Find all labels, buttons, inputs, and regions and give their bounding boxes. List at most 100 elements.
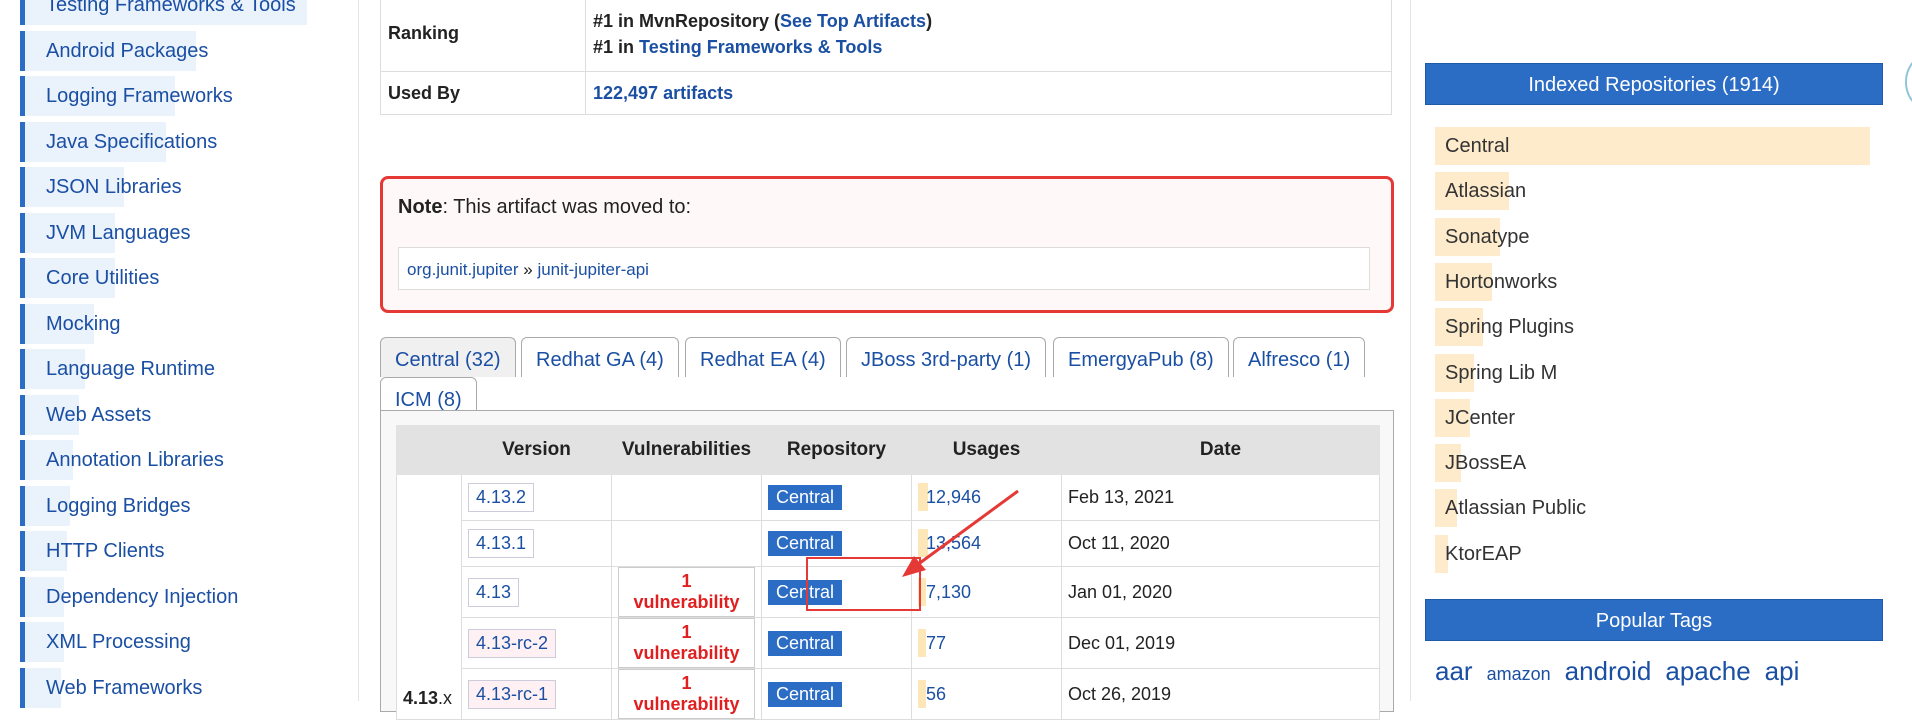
repository-badge[interactable]: Central xyxy=(768,681,843,707)
version-link[interactable]: 4.13 xyxy=(468,577,520,607)
version-link[interactable]: 4.13.2 xyxy=(468,483,535,512)
version-link[interactable]: 4.13-rc-1 xyxy=(468,679,557,709)
popular-tag-link[interactable]: amazon xyxy=(1487,664,1551,684)
rank1-suffix: ) xyxy=(926,11,933,31)
usages-link[interactable]: 12,946 xyxy=(926,487,981,507)
category-item[interactable]: Logging Bridges xyxy=(20,485,325,526)
rank2-prefix: #1 in xyxy=(593,37,635,57)
note-heading: Note: This artifact was moved to: xyxy=(398,196,691,219)
category-label: Mocking xyxy=(46,312,121,335)
vulnerabilities-header: Vulnerabilities xyxy=(611,425,762,475)
popular-tag-link[interactable]: aar xyxy=(1435,656,1473,686)
category-label: Language Runtime xyxy=(46,358,216,380)
date-cell: Dec 01, 2019 xyxy=(1061,617,1380,669)
note-text: : This artifact was moved to: xyxy=(442,196,692,218)
indexed-repository-item[interactable]: Central xyxy=(1435,127,1875,165)
repository-cell: Central xyxy=(761,617,912,669)
tab-repository[interactable]: EmergyaPub (8) xyxy=(1053,337,1229,377)
usages-link[interactable]: 7,130 xyxy=(926,582,971,602)
usage-bar xyxy=(918,679,926,708)
moved-artifact-box: org.junit.jupiter » junit-jupiter-api xyxy=(398,247,1370,290)
version-link[interactable]: 4.13-rc-2 xyxy=(468,628,557,658)
indexed-repository-item[interactable]: Sonatype xyxy=(1435,217,1875,256)
repository-name: Atlassian xyxy=(1445,180,1527,203)
moved-artifact-link[interactable]: junit-jupiter-api xyxy=(537,260,649,279)
indexed-repository-item[interactable]: Atlassian Public xyxy=(1435,489,1875,528)
vulnerability-link[interactable]: 1 vulnerability xyxy=(618,669,755,719)
repository-name: KtorEAP xyxy=(1445,542,1522,565)
category-sidebar: Testing Frameworks & Tools Android Packag… xyxy=(0,0,359,708)
version-cell: 4.13-rc-1 xyxy=(461,668,612,720)
see-top-artifacts-link[interactable]: See Top Artifacts xyxy=(780,11,926,31)
category-item[interactable]: JSON Libraries xyxy=(20,167,325,207)
category-item[interactable]: Web Assets xyxy=(20,394,325,435)
version-group-cell: 4.13.x xyxy=(396,474,462,720)
usages-cell: 77 xyxy=(911,617,1062,669)
indexed-repository-item[interactable]: JBossEA xyxy=(1435,444,1875,483)
category-item[interactable]: Language Runtime xyxy=(20,349,325,389)
repository-header: Repository xyxy=(761,425,912,475)
repository-name: Central xyxy=(1445,135,1510,157)
version-cell: 4.13 xyxy=(461,566,612,618)
indexed-repository-item[interactable]: JCenter xyxy=(1435,398,1875,437)
category-item[interactable]: Dependency Injection xyxy=(20,576,325,617)
popular-tag-link[interactable]: android xyxy=(1565,656,1652,686)
indexed-repository-item[interactable]: Atlassian xyxy=(1435,172,1875,211)
indexed-repository-item[interactable]: Spring Lib M xyxy=(1435,353,1875,392)
tab-repository[interactable]: JBoss 3rd-party (1) xyxy=(846,337,1047,377)
moved-group-link[interactable]: org.junit.jupiter xyxy=(407,260,519,279)
vulnerability-link[interactable]: 1 vulnerability xyxy=(618,567,755,617)
category-item[interactable]: Mocking xyxy=(20,303,325,344)
repository-badge[interactable]: Central xyxy=(768,485,843,510)
repository-badge[interactable]: Central xyxy=(768,630,843,656)
tab-repository[interactable]: Redhat GA (4) xyxy=(521,337,679,377)
category-item[interactable]: Java Specifications xyxy=(20,121,325,162)
category-item[interactable]: Android Packages xyxy=(20,30,325,71)
category-item[interactable]: Logging Frameworks xyxy=(20,76,325,116)
version-group-major: 4.13 xyxy=(403,688,439,708)
group-header xyxy=(396,425,462,475)
repository-badge[interactable]: Central xyxy=(768,531,843,556)
popular-tags-list: aar amazon android apache api xyxy=(1435,656,1895,687)
popular-tag-link[interactable]: apache xyxy=(1665,656,1750,686)
usages-link[interactable]: 77 xyxy=(926,633,946,653)
category-item[interactable]: JVM Languages xyxy=(20,212,325,253)
date-cell: Oct 26, 2019 xyxy=(1061,668,1380,720)
tab-repository[interactable]: Redhat EA (4) xyxy=(685,337,841,377)
testing-frameworks-link[interactable]: Testing Frameworks & Tools xyxy=(639,37,882,57)
usages-header: Usages xyxy=(911,425,1062,475)
category-label: Annotation Libraries xyxy=(46,449,224,471)
category-item[interactable]: Testing Frameworks & Tools xyxy=(20,0,325,25)
tab-repository[interactable]: Alfresco (1) xyxy=(1233,337,1366,377)
date-header: Date xyxy=(1061,425,1380,475)
repository-name: Spring Lib M xyxy=(1445,361,1558,384)
category-item[interactable]: XML Processing xyxy=(20,622,325,662)
versions-header-row: Version Vulnerabilities Repository Usage… xyxy=(396,425,1380,475)
right-sidebar: Indexed Repositories (1914) Central Atlas… xyxy=(1410,0,1912,701)
category-item[interactable]: HTTP Clients xyxy=(20,531,325,571)
repository-cell: Central xyxy=(761,668,912,720)
ranking-label: Ranking xyxy=(380,0,586,72)
indexed-repository-item[interactable]: Spring Plugins xyxy=(1435,308,1875,347)
indexed-repository-item[interactable]: Hortonworks xyxy=(1435,262,1875,301)
category-label: Logging Bridges xyxy=(46,494,191,517)
vulnerability-cell: 1 vulnerability xyxy=(611,617,762,669)
popular-tag-link[interactable]: api xyxy=(1765,656,1800,686)
vulnerability-link[interactable]: 1 vulnerability xyxy=(618,618,755,668)
category-label: Dependency Injection xyxy=(46,585,239,608)
usages-link[interactable]: 13,564 xyxy=(926,533,981,553)
used-by-link[interactable]: 122,497 artifacts xyxy=(593,83,733,103)
indexed-repository-item[interactable]: KtorEAP xyxy=(1435,534,1875,573)
category-item[interactable]: Web Frameworks xyxy=(20,667,325,708)
date-cell: Oct 11, 2020 xyxy=(1061,520,1380,567)
version-group-suffix: .x xyxy=(438,688,453,708)
usage-bar xyxy=(918,628,926,657)
category-item[interactable]: Core Utilities xyxy=(20,258,325,298)
repository-name: Spring Plugins xyxy=(1445,316,1574,339)
category-item[interactable]: Annotation Libraries xyxy=(20,440,325,480)
tab-repository[interactable]: Central (32) xyxy=(380,337,516,377)
version-link[interactable]: 4.13.1 xyxy=(468,529,535,558)
breadcrumb-separator: » xyxy=(523,260,533,279)
usages-cell: 12,946 xyxy=(911,474,1062,521)
date-cell: Jan 01, 2020 xyxy=(1061,566,1380,618)
